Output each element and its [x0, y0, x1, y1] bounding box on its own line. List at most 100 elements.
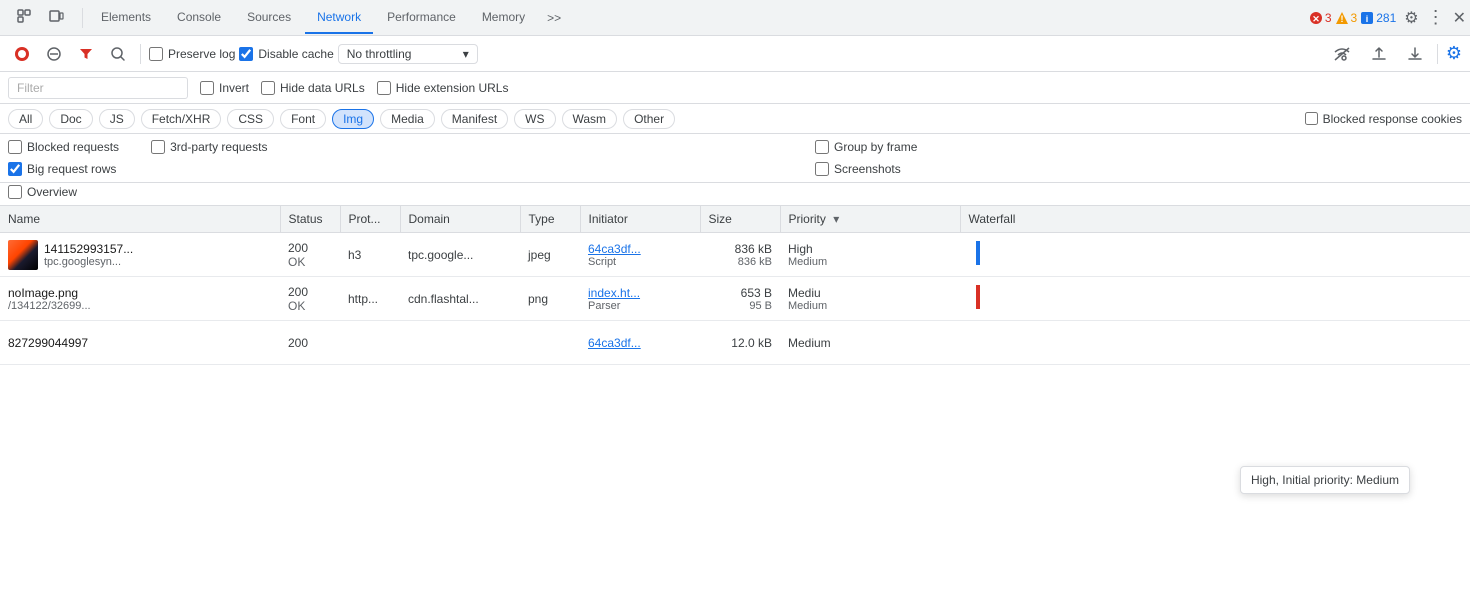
option-group-frame: Group by frame [815, 140, 1462, 154]
network-settings-icon[interactable]: ⚙ [1446, 43, 1462, 64]
tab-performance[interactable]: Performance [375, 2, 468, 34]
type-filter-font[interactable]: Font [280, 109, 326, 129]
toolbar-right: ⚙ [1327, 42, 1462, 66]
blocked-requests-checkbox[interactable] [8, 140, 22, 154]
type-filter-css[interactable]: CSS [227, 109, 274, 129]
group-by-frame-option[interactable]: Group by frame [815, 140, 917, 154]
cell-waterfall-1 [960, 233, 1470, 277]
download-icon[interactable] [1401, 42, 1429, 66]
cell-protocol-2: http... [340, 277, 400, 321]
search-icon[interactable] [104, 42, 132, 66]
screenshots-checkbox[interactable] [815, 162, 829, 176]
overview-option[interactable]: Overview [8, 185, 77, 199]
col-header-waterfall[interactable]: Waterfall [960, 206, 1470, 233]
filter-row: Invert Hide data URLs Hide extension URL… [0, 72, 1470, 104]
type-filter-ws[interactable]: WS [514, 109, 555, 129]
disable-cache-option[interactable]: Disable cache [239, 47, 333, 61]
gear-icon[interactable]: ⚙ [1404, 8, 1418, 28]
type-filter-wasm[interactable]: Wasm [562, 109, 618, 129]
blocked-cookies-checkbox[interactable] [1305, 112, 1318, 125]
cell-status-3: 200 [280, 321, 340, 365]
error-badge-red: ✕ 3 [1309, 11, 1332, 25]
tab-icons [4, 4, 76, 31]
hide-extension-urls-option[interactable]: Hide extension URLs [377, 81, 509, 95]
col-header-domain[interactable]: Domain [400, 206, 520, 233]
col-header-protocol[interactable]: Prot... [340, 206, 400, 233]
third-party-option[interactable]: 3rd-party requests [151, 140, 267, 154]
screenshots-option[interactable]: Screenshots [815, 162, 901, 176]
cell-size-1: 836 kB 836 kB [700, 233, 780, 277]
col-header-priority[interactable]: Priority ▾ [780, 206, 960, 233]
tab-network[interactable]: Network [305, 2, 373, 34]
waterfall-bar-1 [976, 241, 980, 265]
cursor-icon[interactable] [12, 4, 36, 31]
col-header-name[interactable]: Name [0, 206, 280, 233]
table-row[interactable]: 141152993157... tpc.googlesyn... 200 OK … [0, 233, 1470, 277]
invert-option[interactable]: Invert [200, 81, 249, 95]
cell-type-2: png [520, 277, 580, 321]
col-header-initiator[interactable]: Initiator [580, 206, 700, 233]
table-row[interactable]: noImage.png /134122/32699... 200 OK http… [0, 277, 1470, 321]
type-filter-js[interactable]: JS [99, 109, 135, 129]
col-header-size[interactable]: Size [700, 206, 780, 233]
tab-memory[interactable]: Memory [470, 2, 537, 34]
cell-domain-1: tpc.google... [400, 233, 520, 277]
wifi-icon[interactable] [1327, 42, 1357, 66]
group-by-frame-checkbox[interactable] [815, 140, 829, 154]
type-filter-other[interactable]: Other [623, 109, 675, 129]
stop-recording-button[interactable] [8, 42, 36, 66]
preserve-log-checkbox[interactable] [149, 47, 163, 61]
cell-protocol-1: h3 [340, 233, 400, 277]
hide-data-urls-checkbox[interactable] [261, 81, 275, 95]
network-table-container[interactable]: Name Status Prot... Domain Type Initiato… [0, 206, 1470, 614]
cell-waterfall-2 [960, 277, 1470, 321]
cell-initiator-2: index.ht... Parser [580, 277, 700, 321]
type-filter-row: All Doc JS Fetch/XHR CSS Font Img Media … [0, 104, 1470, 134]
tab-elements[interactable]: Elements [89, 2, 163, 34]
type-filter-doc[interactable]: Doc [49, 109, 92, 129]
throttle-dropdown-arrow: ▾ [463, 47, 469, 61]
table-row[interactable]: 827299044997 200 64ca3df... 12.0 kB [0, 321, 1470, 365]
cell-status-1: 200 OK [280, 233, 340, 277]
invert-checkbox[interactable] [200, 81, 214, 95]
tab-sources[interactable]: Sources [235, 2, 303, 34]
cell-status-2: 200 OK [280, 277, 340, 321]
big-rows-checkbox[interactable] [8, 162, 22, 176]
error-badge-yellow: ! 3 [1335, 11, 1358, 25]
priority-sort-arrow: ▾ [833, 212, 839, 226]
more-menu-icon[interactable]: ⋮ [1427, 7, 1445, 28]
close-icon[interactable]: ✕ [1453, 8, 1466, 28]
type-filter-img[interactable]: Img [332, 109, 374, 129]
upload-icon[interactable] [1365, 42, 1393, 66]
hide-data-urls-option[interactable]: Hide data URLs [261, 81, 365, 95]
cell-type-3 [520, 321, 580, 365]
preserve-log-option[interactable]: Preserve log [149, 47, 235, 61]
blocked-requests-option[interactable]: Blocked requests [8, 140, 119, 154]
col-header-type[interactable]: Type [520, 206, 580, 233]
option-blocked-requests: Blocked requests 3rd-party requests [8, 140, 655, 154]
tab-more[interactable]: >> [539, 7, 569, 29]
type-filter-all[interactable]: All [8, 109, 43, 129]
type-filter-manifest[interactable]: Manifest [441, 109, 508, 129]
device-icon[interactable] [44, 4, 68, 31]
overview-checkbox[interactable] [8, 185, 22, 199]
third-party-checkbox[interactable] [151, 140, 165, 154]
hide-extension-urls-checkbox[interactable] [377, 81, 391, 95]
throttle-selector[interactable]: No throttling ▾ [338, 44, 478, 64]
filter-input[interactable] [8, 77, 188, 99]
blocked-cookies-option[interactable]: Blocked response cookies [1305, 112, 1462, 126]
cell-name-1: 141152993157... tpc.googlesyn... [0, 233, 280, 277]
disable-cache-checkbox[interactable] [239, 47, 253, 61]
type-filter-fetch[interactable]: Fetch/XHR [141, 109, 222, 129]
cell-initiator-3: 64ca3df... [580, 321, 700, 365]
cell-waterfall-3 [960, 321, 1470, 365]
big-rows-option[interactable]: Big request rows [8, 162, 116, 176]
type-filter-media[interactable]: Media [380, 109, 435, 129]
tab-console[interactable]: Console [165, 2, 233, 34]
filter-icon[interactable] [72, 42, 100, 66]
clear-button[interactable] [40, 42, 68, 66]
cell-type-1: jpeg [520, 233, 580, 277]
waterfall-bar-2 [976, 285, 980, 309]
col-header-status[interactable]: Status [280, 206, 340, 233]
type-filter-right: Blocked response cookies [1305, 112, 1462, 126]
